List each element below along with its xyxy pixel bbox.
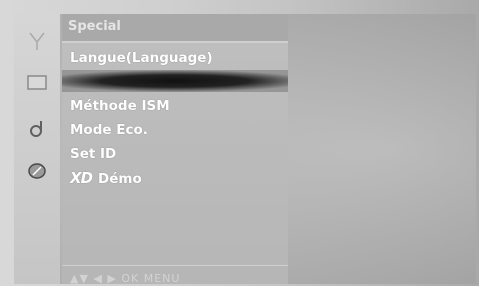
menu-footer-hints: ▲▼ ◀ ▶ OK MENU <box>70 272 180 285</box>
menu-item-eco-mode[interactable]: Mode Eco. <box>70 122 148 138</box>
menu-item-selected[interactable] <box>62 70 288 92</box>
screen-icon[interactable] <box>26 72 48 94</box>
menu-icon-column <box>14 14 60 284</box>
special-icon[interactable] <box>26 160 48 182</box>
left-right-arrows-icon: ◀ ▶ <box>93 272 117 285</box>
demo-label: Démo <box>98 171 142 187</box>
menu-item-ism-method[interactable]: Méthode ISM <box>70 98 170 114</box>
menu-hint: MENU <box>143 272 181 285</box>
menu-item-language[interactable]: Langue(Language) <box>70 50 213 66</box>
special-menu-panel: Special Langue(Language) Méthode ISM Mod… <box>62 14 288 285</box>
ok-hint: OK <box>121 272 140 285</box>
menu-title: Special <box>68 19 121 34</box>
menu-item-demo[interactable]: XD Démo <box>70 169 142 187</box>
footer-divider <box>62 265 288 266</box>
audio-icon[interactable] <box>26 118 48 140</box>
menu-item-set-id[interactable]: Set ID <box>70 146 116 162</box>
up-down-arrows-icon: ▲▼ <box>70 272 89 285</box>
antenna-icon[interactable] <box>26 30 48 52</box>
xd-logo: XD <box>70 169 93 187</box>
menu-title-bar: Special <box>62 14 288 43</box>
